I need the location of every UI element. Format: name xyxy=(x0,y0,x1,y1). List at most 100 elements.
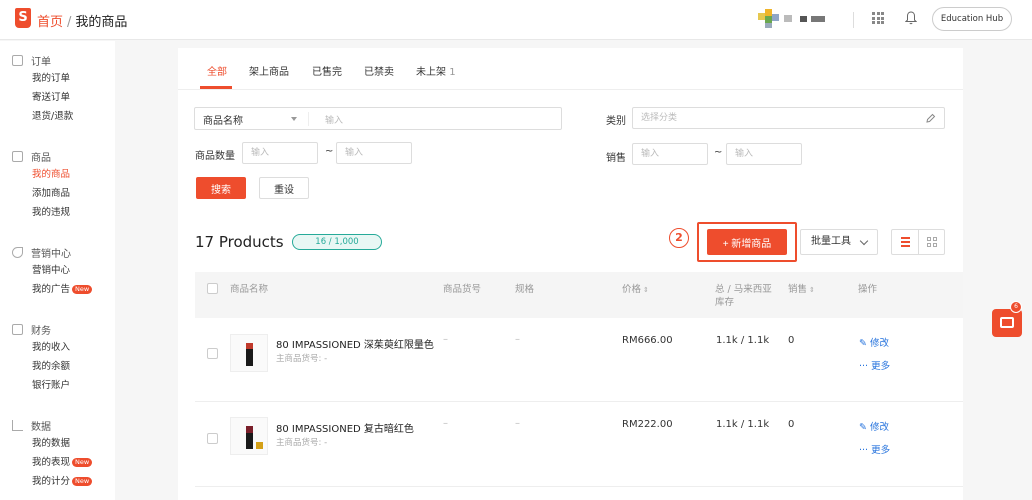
sidebar-item-score[interactable]: 我的计分 New xyxy=(12,472,93,491)
clipboard-icon xyxy=(12,54,23,66)
row-stock: 1.1k / 1.1k xyxy=(716,335,770,346)
edit-link[interactable]: ✎ 修改 xyxy=(859,335,889,349)
tab-unlisted[interactable]: 未上架 1 xyxy=(416,63,456,78)
sidebar-item-my-orders[interactable]: 我的订单 xyxy=(12,69,73,88)
new-badge: New xyxy=(72,477,93,486)
sales-min-input[interactable]: 输入 xyxy=(632,143,708,165)
filter-type-select[interactable]: 商品名称 xyxy=(203,112,243,127)
col-sales-header[interactable]: 销售 ⇕ xyxy=(788,283,815,297)
breadcrumb-home[interactable]: 首页 xyxy=(37,15,63,30)
more-dots-icon: ··· xyxy=(859,445,869,456)
row-checkbox[interactable] xyxy=(207,348,218,359)
more-link[interactable]: ··· 更多 xyxy=(859,442,890,456)
breadcrumb-separator: / xyxy=(67,15,72,30)
tag-icon xyxy=(12,246,23,258)
quantity-max-input[interactable]: 输入 xyxy=(336,142,412,164)
sidebar-section-title: 数据 xyxy=(12,416,92,434)
tab-live[interactable]: 架上商品 xyxy=(249,63,289,78)
sort-icon[interactable]: ⇕ xyxy=(643,284,649,297)
shop-avatar[interactable] xyxy=(758,9,830,29)
sidebar-section-title: 营销中心 xyxy=(12,243,92,261)
more-link[interactable]: ··· 更多 xyxy=(859,358,890,372)
row-checkbox[interactable] xyxy=(207,433,218,444)
product-name-input[interactable]: 输入 xyxy=(325,113,343,126)
row-price: RM666.00 xyxy=(622,335,673,346)
sidebar-section-title: 订单 xyxy=(12,51,73,69)
range-separator: ~ xyxy=(325,146,334,157)
table-header: 商品名称 商品货号 规格 价格 ⇕ 总 / 马来西亚 库存 销售 ⇕ 操作 xyxy=(195,272,963,318)
shopee-logo-icon[interactable]: S xyxy=(15,8,31,28)
row-sku: – xyxy=(443,418,448,429)
quantity-min-input[interactable]: 输入 xyxy=(242,142,318,164)
category-select[interactable]: 选择分类 xyxy=(632,107,945,129)
row-stock: 1.1k / 1.1k xyxy=(716,419,770,430)
sales-max-input[interactable]: 输入 xyxy=(726,143,802,165)
edit-link[interactable]: ✎ 修改 xyxy=(859,419,889,433)
product-name[interactable]: 80 IMPASSIONED 深茱萸红限量色 xyxy=(276,336,434,351)
sidebar-item-my-data[interactable]: 我的数据 xyxy=(12,434,92,453)
quantity-label: 商品数量 xyxy=(195,151,235,162)
more-dots-icon: ··· xyxy=(859,361,869,372)
tab-banned[interactable]: 已禁卖 xyxy=(364,63,394,78)
sidebar-item-balance[interactable]: 我的余额 xyxy=(12,357,70,376)
caret-down-icon[interactable] xyxy=(291,117,297,121)
step-number-badge: 2 xyxy=(669,228,689,248)
bulk-tools-dropdown[interactable]: 批量工具 xyxy=(800,229,878,255)
sidebar-section-finance: 财务 我的收入 我的余额 银行账户 xyxy=(12,320,70,395)
product-thumbnail[interactable] xyxy=(230,334,268,372)
sidebar: 订单 我的订单 寄送订单 退货/退款 商品 我的商品 添加商品 我的违规 营销中… xyxy=(0,41,115,500)
product-thumbnail[interactable] xyxy=(230,417,268,455)
col-variation-header: 规格 xyxy=(515,284,535,295)
range-separator: ~ xyxy=(714,147,723,158)
row-variation: – xyxy=(515,418,520,429)
row-sales: 0 xyxy=(788,335,795,346)
product-quota-badge: 16 / 1,000 xyxy=(292,234,382,250)
chat-unread-badge: 6 xyxy=(1010,301,1022,313)
product-count-title: 17 Products xyxy=(195,233,284,251)
new-badge: New xyxy=(72,285,93,294)
box-icon xyxy=(12,150,23,162)
apps-grid-icon[interactable] xyxy=(872,12,884,24)
tab-sold-out[interactable]: 已售完 xyxy=(312,63,342,78)
row-price: RM222.00 xyxy=(622,419,673,430)
new-badge: New xyxy=(72,458,93,467)
header-divider xyxy=(853,12,854,28)
row-sku: – xyxy=(443,334,448,345)
chevron-down-icon xyxy=(859,236,869,246)
chat-button[interactable] xyxy=(992,309,1022,337)
sales-label: 销售 xyxy=(606,153,626,164)
reset-button[interactable]: 重设 xyxy=(259,177,309,199)
sidebar-item-performance[interactable]: 我的表现 New xyxy=(12,453,93,472)
list-view-icon[interactable] xyxy=(892,230,919,254)
search-button[interactable]: 搜索 xyxy=(196,177,246,199)
sidebar-item-returns[interactable]: 退货/退款 xyxy=(12,107,73,126)
select-all-checkbox[interactable] xyxy=(207,283,218,294)
col-stock-header: 总 / 马来西亚 库存 xyxy=(715,284,772,308)
sidebar-item-bank-account[interactable]: 银行账户 xyxy=(12,376,70,395)
col-actions-header: 操作 xyxy=(858,284,878,295)
tab-all[interactable]: 全部 xyxy=(207,63,227,78)
edit-pencil-icon[interactable] xyxy=(925,113,936,124)
sidebar-item-violations[interactable]: 我的违规 xyxy=(12,203,70,222)
add-new-product-button[interactable]: + 新增商品 xyxy=(707,229,787,255)
sidebar-item-income[interactable]: 我的收入 xyxy=(12,338,70,357)
view-toggle xyxy=(891,229,945,255)
top-header: S 首页 / 我的商品 Education Hub xyxy=(0,0,1032,40)
tab-count: 1 xyxy=(449,67,456,78)
chart-icon xyxy=(12,419,23,431)
product-name[interactable]: 80 IMPASSIONED 复古暗红色 xyxy=(276,420,414,435)
sidebar-item-my-products[interactable]: 我的商品 xyxy=(12,165,70,184)
sidebar-item-shipment[interactable]: 寄送订单 xyxy=(12,88,73,107)
table-row: 80 IMPASSIONED 深茱萸红限量色 主商品货号: - – – RM66… xyxy=(195,318,963,402)
sidebar-section-products: 商品 我的商品 添加商品 我的违规 xyxy=(12,147,70,222)
bell-icon[interactable] xyxy=(905,11,917,25)
grid-view-icon[interactable] xyxy=(919,230,945,254)
active-tab-indicator xyxy=(200,86,232,89)
sidebar-item-marketing-centre[interactable]: 营销中心 xyxy=(12,261,92,280)
sidebar-item-my-ads[interactable]: 我的广告 New xyxy=(12,280,93,299)
education-hub-button[interactable]: Education Hub xyxy=(932,7,1012,31)
sidebar-item-add-product[interactable]: 添加商品 xyxy=(12,184,70,203)
col-price-header[interactable]: 价格 ⇕ xyxy=(622,283,649,297)
sidebar-section-data: 数据 我的数据 我的表现 New 我的计分 New xyxy=(12,416,93,491)
sort-icon[interactable]: ⇕ xyxy=(809,284,815,297)
